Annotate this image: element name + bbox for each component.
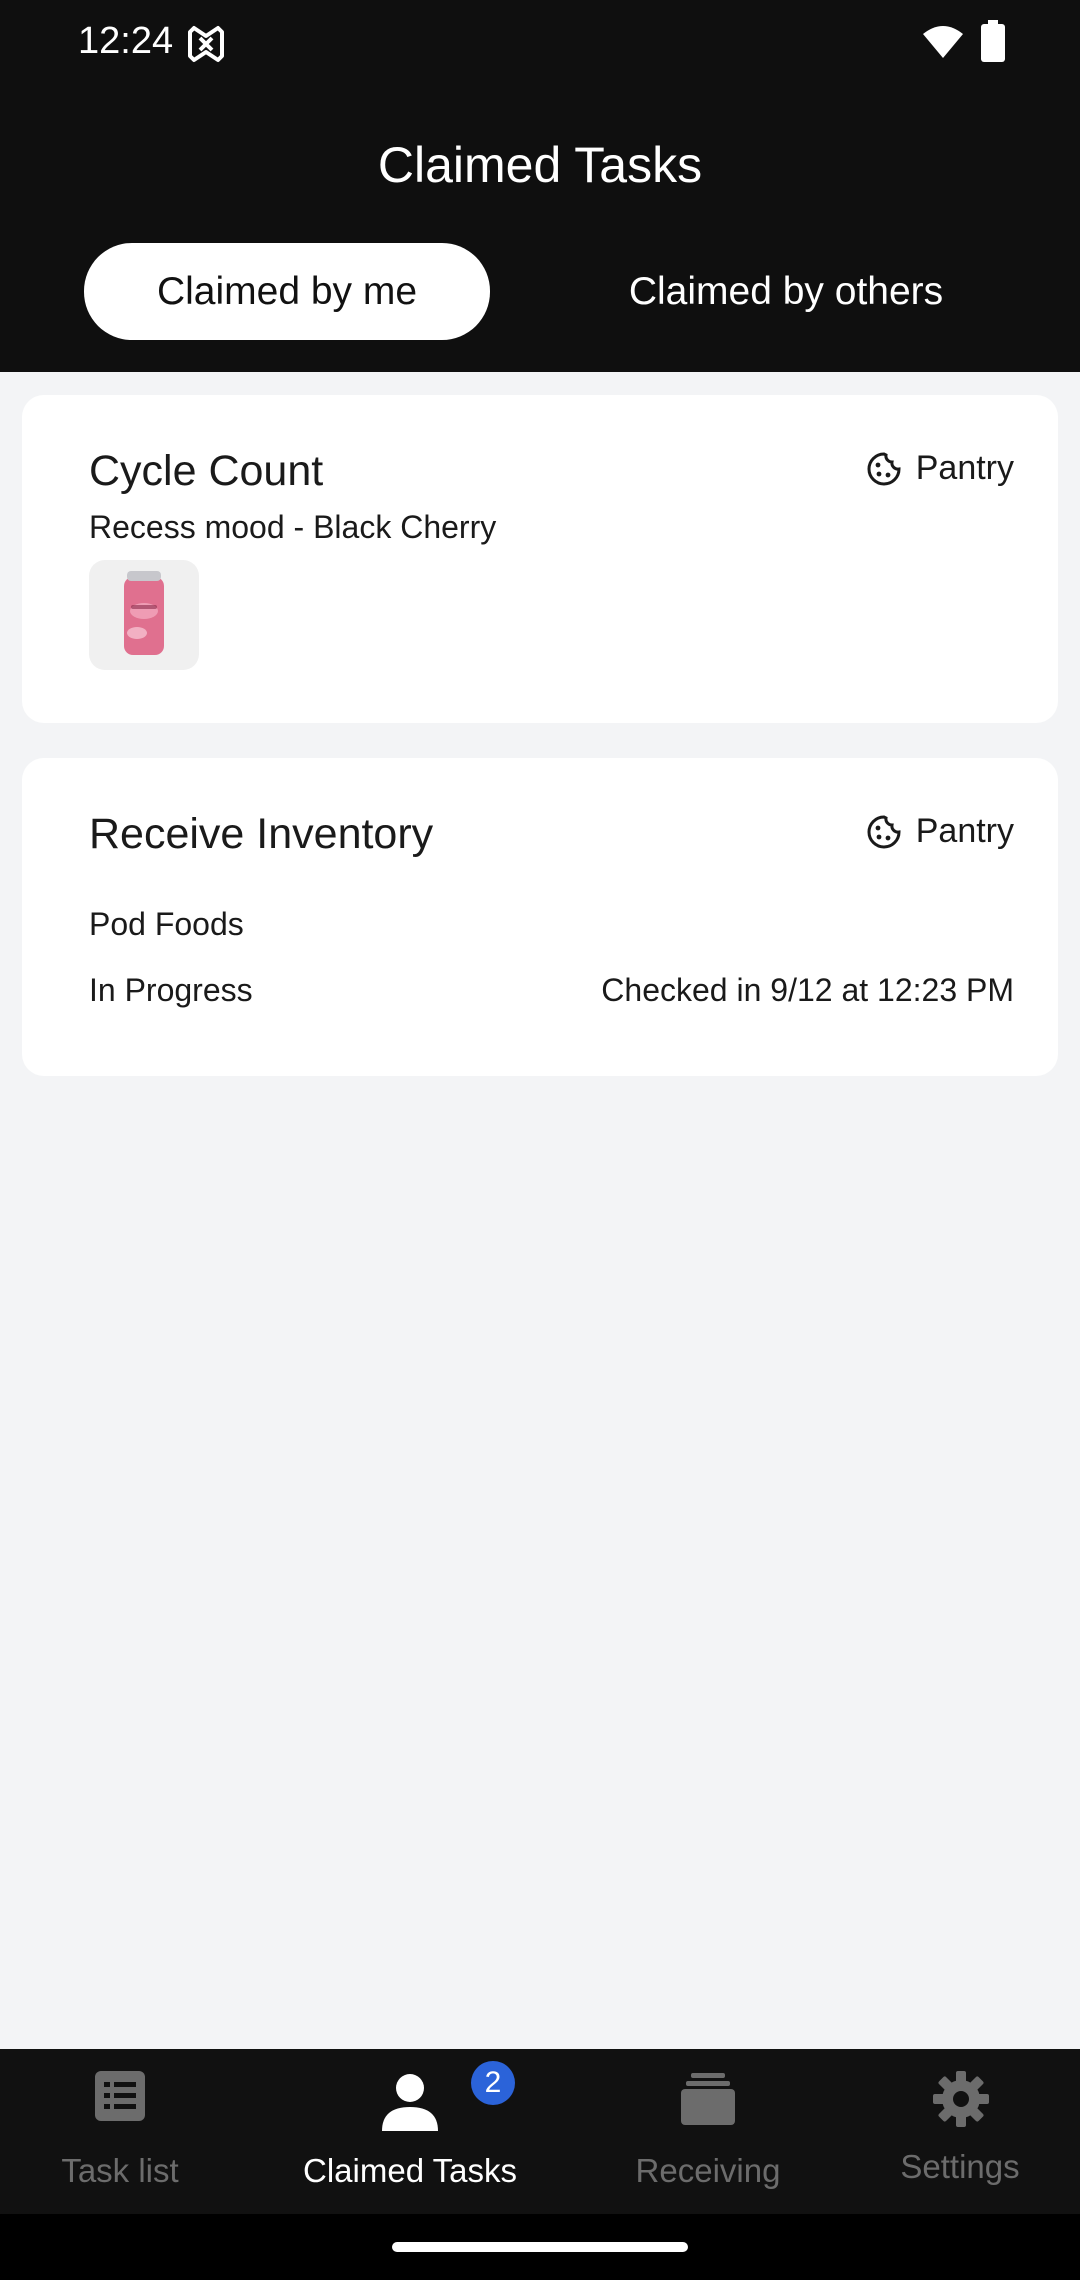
task-vendor: Pod Foods xyxy=(89,906,244,942)
task-title: Cycle Count xyxy=(89,447,324,495)
gear-icon xyxy=(933,2071,989,2127)
bottom-nav: Task list 2 Claimed Tasks Receiving Sett… xyxy=(0,2049,1080,2214)
status-bar: 12:24 xyxy=(0,0,1080,86)
person-icon xyxy=(382,2074,438,2131)
wifi-icon xyxy=(923,26,963,58)
stack-icon xyxy=(681,2073,735,2125)
cookie-icon xyxy=(867,451,901,485)
tab-claimed-by-me[interactable]: Claimed by me xyxy=(84,243,490,340)
soda-can-image xyxy=(124,571,164,655)
home-gesture-bar[interactable] xyxy=(392,2242,688,2252)
nav-label: Task list xyxy=(61,2152,179,2189)
hexagon-link-icon xyxy=(188,26,224,62)
nav-label: Claimed Tasks xyxy=(303,2152,517,2189)
task-location: Pantry xyxy=(866,449,1014,488)
product-thumbnail xyxy=(89,560,199,670)
task-subtitle: Recess mood - Black Cherry xyxy=(89,509,497,545)
task-checked-in: Checked in 9/12 at 12:23 PM xyxy=(601,972,1014,1008)
task-status: In Progress xyxy=(89,972,253,1008)
gesture-area xyxy=(0,2214,1080,2280)
page-title: Claimed Tasks xyxy=(377,137,703,193)
battery-icon xyxy=(981,20,1005,62)
header: Claimed Tasks Claimed by me Claimed by o… xyxy=(0,86,1080,372)
claimed-count-badge: 2 xyxy=(471,2061,515,2105)
status-time: 12:24 xyxy=(78,20,174,62)
task-location-label: Pantry xyxy=(915,812,1014,850)
nav-settings[interactable]: Settings xyxy=(880,2049,1040,2214)
task-location: Pantry xyxy=(866,812,1014,851)
nav-claimed-tasks[interactable]: 2 Claimed Tasks xyxy=(290,2049,530,2214)
task-title: Receive Inventory xyxy=(89,810,434,858)
nav-receiving[interactable]: Receiving xyxy=(618,2049,798,2214)
nav-label: Settings xyxy=(900,2148,1020,2185)
task-card-receive-inventory[interactable]: Receive Inventory Pantry Pod Foods In Pr… xyxy=(22,758,1058,1076)
cookie-icon xyxy=(867,814,901,848)
tab-claimed-by-others[interactable]: Claimed by others xyxy=(568,243,1004,340)
list-icon xyxy=(95,2071,145,2121)
task-card-cycle-count[interactable]: Cycle Count Pantry Recess mood - Black C… xyxy=(22,395,1058,723)
task-location-label: Pantry xyxy=(915,449,1014,487)
nav-label: Receiving xyxy=(635,2152,781,2189)
nav-task-list[interactable]: Task list xyxy=(40,2049,200,2214)
